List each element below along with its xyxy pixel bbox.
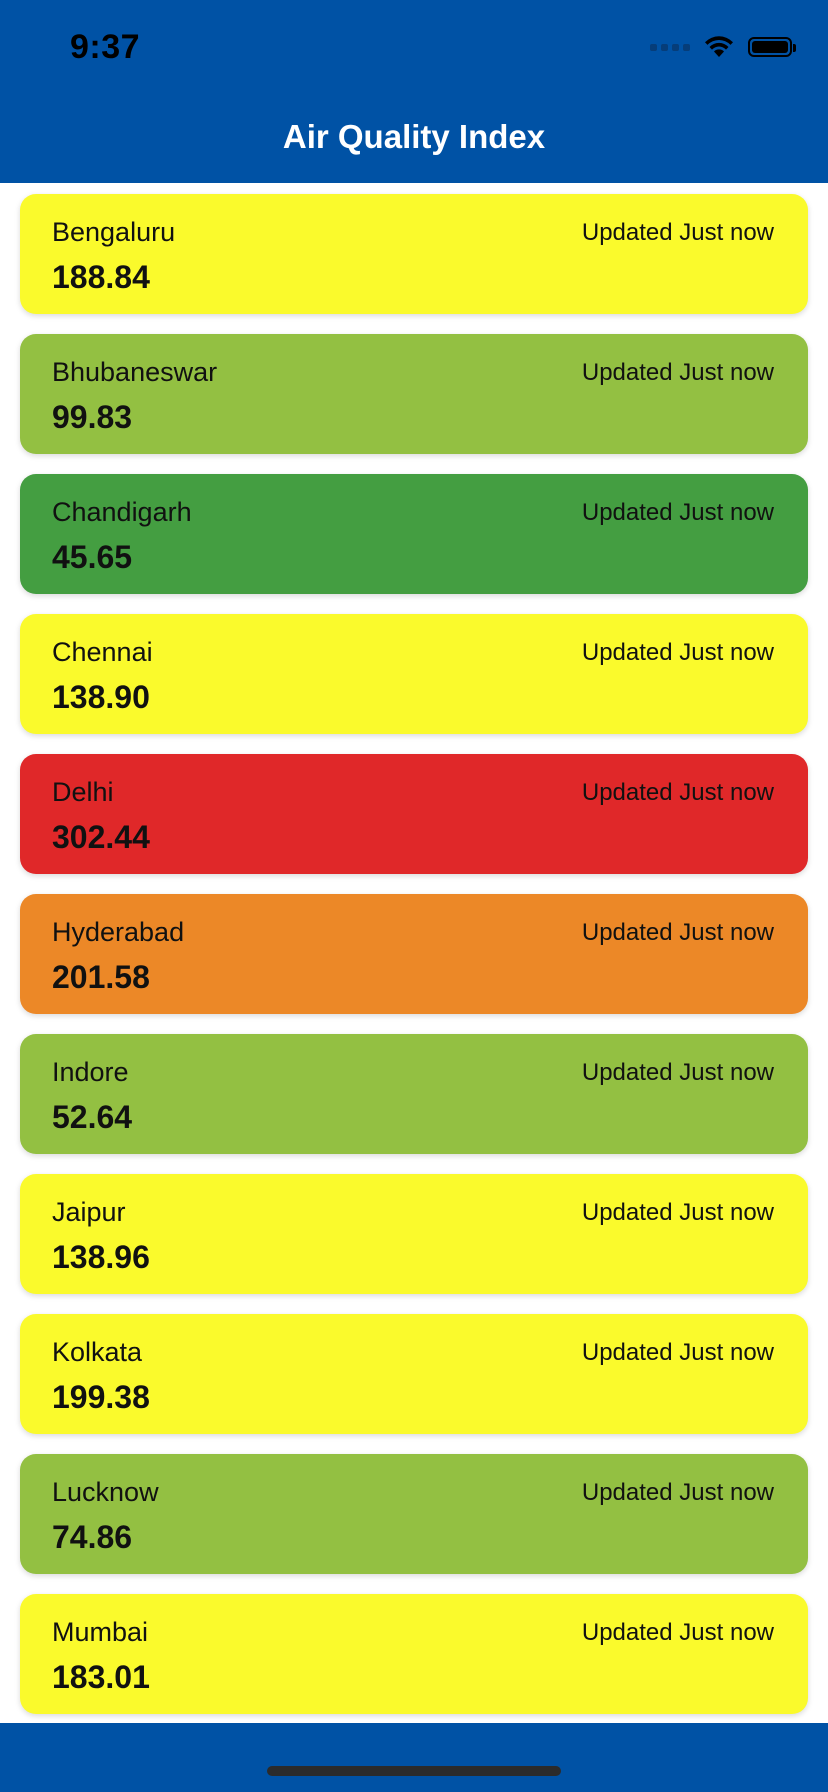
city-name: Chandigarh — [52, 497, 192, 527]
battery-icon — [748, 37, 796, 57]
cellular-signal-icon — [650, 43, 690, 51]
city-card[interactable]: Kolkata 199.38 Updated Just now — [20, 1314, 808, 1434]
city-name: Bengaluru — [52, 217, 176, 247]
aqi-value: 188.84 — [52, 259, 150, 295]
aqi-value: 201.58 — [52, 959, 150, 995]
navigation-header: 9:37 Air Quality Index — [0, 0, 828, 183]
bottom-bar — [0, 1723, 828, 1792]
city-name: Hyderabad — [52, 917, 185, 947]
city-card[interactable]: Bengaluru 188.84 Updated Just now — [20, 194, 808, 314]
city-name: Lucknow — [52, 1477, 159, 1507]
city-card[interactable]: Mumbai 183.01 Updated Just now — [20, 1594, 808, 1714]
city-name: Jaipur — [52, 1197, 126, 1227]
city-card[interactable]: Indore 52.64 Updated Just now — [20, 1034, 808, 1154]
updated-label: Updated Just now — [581, 1479, 774, 1506]
city-name: Mumbai — [52, 1617, 149, 1647]
aqi-value: 138.96 — [52, 1239, 150, 1275]
updated-label: Updated Just now — [581, 779, 774, 806]
aqi-value: 74.86 — [52, 1519, 133, 1555]
city-card[interactable]: Jaipur 138.96 Updated Just now — [20, 1174, 808, 1294]
city-card[interactable]: Hyderabad 201.58 Updated Just now — [20, 894, 808, 1014]
updated-label: Updated Just now — [581, 1059, 774, 1086]
city-name: Delhi — [52, 777, 114, 807]
updated-label: Updated Just now — [581, 219, 774, 246]
updated-label: Updated Just now — [581, 499, 774, 526]
updated-label: Updated Just now — [581, 1199, 774, 1226]
city-card[interactable]: Delhi 302.44 Updated Just now — [20, 754, 808, 874]
status-bar-time: 9:37 — [70, 28, 141, 66]
city-name: Indore — [52, 1057, 129, 1087]
city-card[interactable]: Bhubaneswar 99.83 Updated Just now — [20, 334, 808, 454]
updated-label: Updated Just now — [581, 1619, 774, 1646]
aqi-value: 183.01 — [52, 1659, 150, 1695]
wifi-icon — [705, 36, 733, 57]
city-card[interactable]: Lucknow 74.86 Updated Just now — [20, 1454, 808, 1574]
home-indicator[interactable] — [267, 1766, 561, 1776]
aqi-value: 302.44 — [52, 819, 150, 855]
updated-label: Updated Just now — [581, 359, 774, 386]
city-name: Kolkata — [52, 1337, 143, 1367]
aqi-value: 199.38 — [52, 1379, 150, 1415]
city-card[interactable]: Chandigarh 45.65 Updated Just now — [20, 474, 808, 594]
city-aqi-list[interactable]: Bengaluru 188.84 Updated Just now Bhubanesw… — [0, 183, 828, 1723]
status-bar-icons — [650, 36, 796, 58]
updated-label: Updated Just now — [581, 919, 774, 946]
aqi-value: 45.65 — [52, 539, 133, 575]
aqi-value: 99.83 — [52, 399, 133, 435]
city-name: Chennai — [52, 637, 153, 667]
updated-label: Updated Just now — [581, 1339, 774, 1366]
page-title: Air Quality Index — [282, 118, 546, 155]
updated-label: Updated Just now — [581, 639, 774, 666]
city-name: Bhubaneswar — [52, 357, 218, 387]
aqi-value: 52.64 — [52, 1099, 133, 1135]
city-card[interactable]: Chennai 138.90 Updated Just now — [20, 614, 808, 734]
aqi-value: 138.90 — [52, 679, 150, 715]
